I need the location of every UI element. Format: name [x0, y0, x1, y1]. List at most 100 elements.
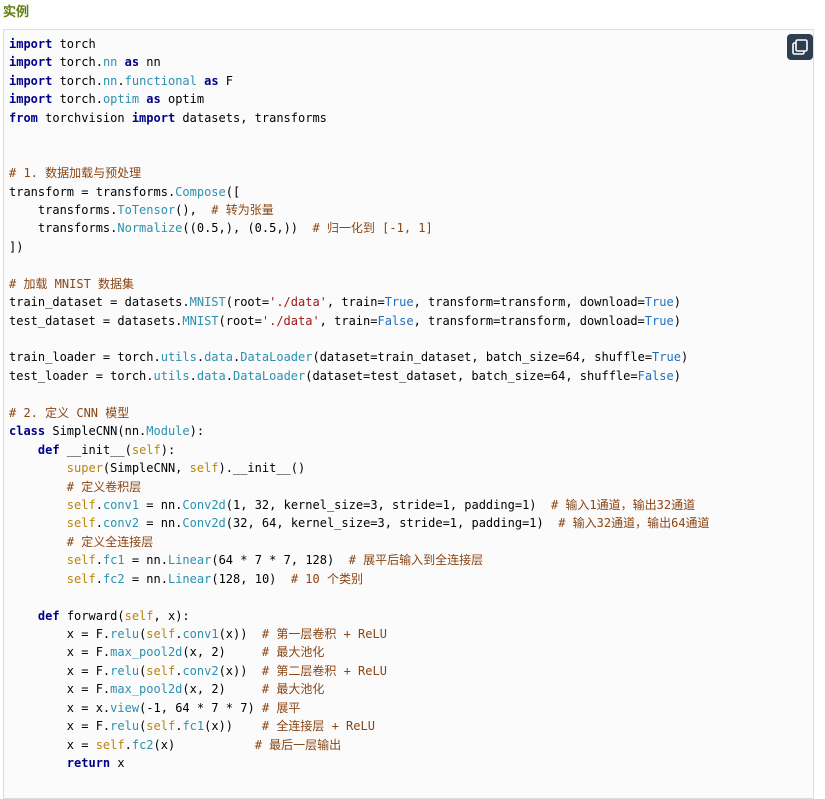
code-line: train_loader = torch.utils.data.DataLoad… [9, 348, 710, 366]
code-token-num: 2 [211, 645, 219, 660]
code-token-self: self [146, 627, 176, 641]
code-token-plain: (), [175, 202, 212, 217]
code-line: import torch.nn.functional as F [9, 72, 710, 90]
code-line: import torch [9, 35, 710, 53]
code-token-num: 10 [254, 571, 270, 586]
code-token-plain: ) [218, 645, 262, 660]
code-token-attr: max_pool2d [110, 682, 183, 697]
code-token-num: 1 [449, 516, 458, 531]
code-text[interactable]: import torch import torch.nn as nn import … [9, 35, 710, 773]
code-token-self: self [189, 461, 219, 476]
code-token-attr: DataLoader [240, 350, 313, 365]
code-line: test_loader = torch.utils.data.DataLoade… [9, 367, 710, 385]
code-token-self: self [95, 737, 125, 752]
code-token-attr: fc2 [131, 737, 154, 752]
code-block: import torch import torch.nn as nn import … [3, 29, 814, 799]
code-line: x = F.max_pool2d(x, 2) # 最大池化 [9, 643, 710, 661]
code-token-plain: (dataset=train_dataset, batch_size= [312, 350, 566, 365]
code-token-attr: optim [102, 92, 140, 107]
code-token-const: True [644, 295, 674, 310]
code-token-plain: ) [269, 571, 291, 586]
example-heading: 实例 [3, 5, 30, 20]
code-token-plain: x = F. [9, 627, 111, 641]
code-token-plain: ). [218, 461, 233, 476]
code-token-plain: ) [536, 516, 559, 531]
code-token-kw: import [9, 37, 53, 51]
code-token-com: # 展平 [261, 700, 301, 715]
code-line: self.fc2 = nn.Linear(128, 10) # 10 个类别 [9, 570, 710, 588]
code-token-kw: return [66, 756, 111, 771]
code-token-plain: x = [9, 737, 96, 752]
code-token-plain: ) [673, 368, 681, 383]
code-token-num: 1 [529, 516, 537, 531]
code-token-self: self [66, 571, 96, 586]
code-token-com: # 10 个类别 [290, 571, 363, 586]
code-token-attr: Conv2d [182, 497, 226, 512]
code-line: import torch.nn as nn [9, 53, 710, 71]
code-line: x = F.max_pool2d(x, 2) # 最大池化 [9, 680, 710, 698]
code-token-num: 1 [442, 497, 450, 512]
code-token-plain: , transform=transform, download= [413, 313, 645, 328]
code-token-plain: (dataset=test_dataset, batch_size= [305, 368, 551, 383]
code-token-plain: . [95, 571, 103, 586]
code-token-plain: , shuffle= [565, 368, 638, 383]
code-token-attr: DataLoader [233, 368, 306, 383]
code-token-plain: . [95, 516, 103, 531]
code-token-num: 64 [175, 700, 190, 715]
code-token-plain: (x)) [218, 627, 262, 641]
code-token-kw: import [9, 55, 53, 70]
code-token-str: './data' [261, 313, 320, 328]
code-token-plain: * [218, 700, 241, 715]
code-token-attr: functional [124, 73, 197, 88]
code-token-plain: ) [680, 350, 689, 365]
code-token-plain: train_loader = torch. [9, 350, 161, 365]
code-line: # 定义卷积层 [9, 478, 710, 496]
code-token-plain: , train= [326, 295, 385, 310]
code-token-plain: transforms. [9, 221, 118, 236]
code-token-plain: ,), ( [218, 221, 255, 236]
code-line: from torchvision import datasets, transf… [9, 109, 710, 127]
code-token-plain: = nn. [124, 571, 168, 586]
code-token-plain: (( [182, 221, 197, 236]
code-line: x = x.view(-1, 64 * 7 * 7) # 展平 [9, 699, 710, 717]
code-line: def __init__(self): [9, 441, 710, 459]
code-token-num: 3 [377, 516, 385, 531]
code-token-plain: , padding= [457, 516, 530, 531]
code-token-plain: x = F. [9, 682, 111, 697]
code-token-attr: Linear [167, 553, 212, 568]
code-token-attr: conv2 [102, 516, 140, 531]
code-token-attr: fc1 [182, 719, 205, 734]
code-token-plain: = nn. [139, 497, 183, 512]
code-token-plain: ([ [225, 184, 241, 199]
code-token-plain: torch. [52, 92, 103, 107]
code-token-plain: (x, [182, 645, 212, 660]
code-token-plain: = nn. [139, 516, 183, 531]
code-token-self: self [66, 516, 96, 531]
code-token-num: 32 [233, 516, 248, 531]
code-line: def forward(self, x): [9, 607, 710, 625]
code-token-plain: , kernel_size= [276, 516, 378, 531]
code-token-plain: , [290, 553, 306, 568]
copy-code-button[interactable] [787, 34, 813, 60]
code-token-num: 7 [240, 700, 248, 715]
code-token-plain: . [117, 73, 125, 88]
code-token-plain: (root= [225, 295, 270, 310]
code-token-self: self [131, 442, 161, 457]
code-token-plain: (root= [218, 313, 262, 328]
code-token-attr: Compose [175, 184, 226, 199]
code-token-plain: transforms. [9, 202, 118, 217]
code-token-com: # 转为张量 [211, 202, 274, 217]
code-token-self: self [146, 719, 176, 734]
code-token-num: 1 [153, 700, 161, 715]
code-line: x = self.fc2(x) # 最后一层输出 [9, 736, 710, 754]
code-token-attr: relu [110, 663, 140, 678]
